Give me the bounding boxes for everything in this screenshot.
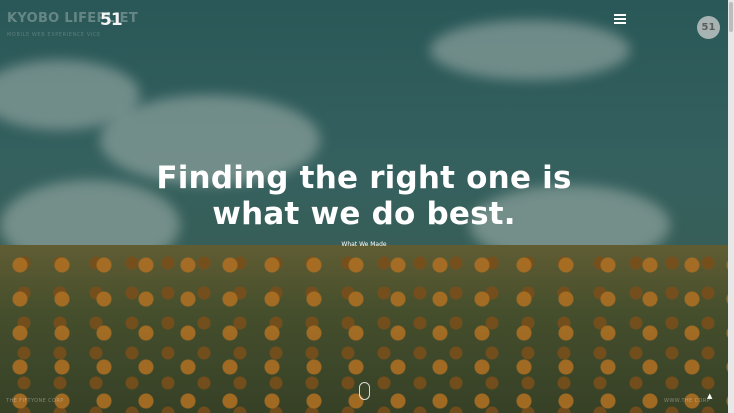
what-we-made-link[interactable]: What We Made	[0, 241, 728, 248]
headline-line-1: Finding the right one is	[156, 160, 572, 196]
footer-left-text: THE FIFTYONE CORP	[6, 398, 64, 404]
scroll-top-icon[interactable]: ▲	[707, 392, 712, 400]
page-scrollbar[interactable]	[728, 0, 734, 413]
hero-background: KYOBO LIFEPL ET MOBILE WEB EXPERIENCE VI…	[0, 0, 728, 413]
scroll-indicator-icon[interactable]	[359, 382, 370, 400]
site-logo[interactable]: 51	[100, 10, 123, 30]
headline-line-2: what we do best.	[212, 196, 516, 232]
brand-tagline: MOBILE WEB EXPERIENCE VICE	[7, 32, 101, 38]
scrollbar-thumb[interactable]	[729, 2, 733, 32]
hamburger-menu-icon[interactable]	[614, 14, 626, 25]
footer-right-text: WWW.THE CORP	[664, 398, 711, 404]
floating-badge[interactable]: 51	[697, 16, 720, 39]
hero-headline: Finding the right one is what we do best…	[0, 160, 728, 232]
